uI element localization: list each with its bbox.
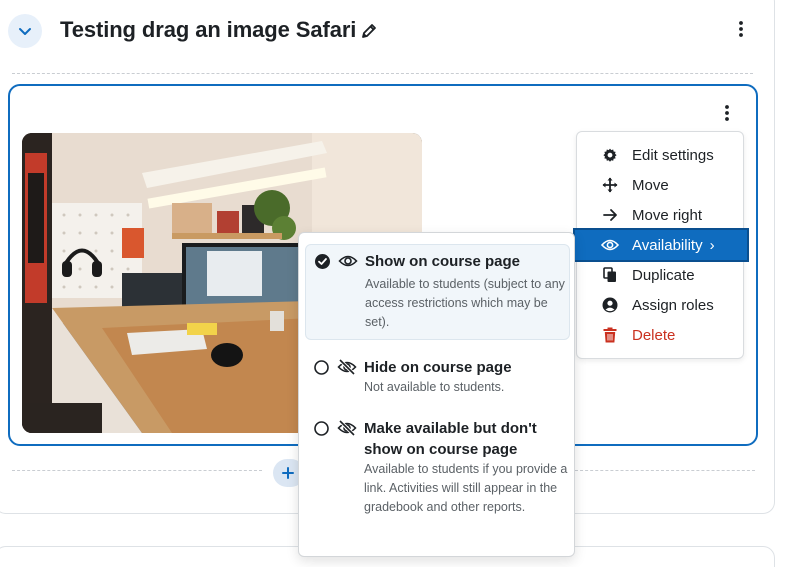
menu-item-label: Move right xyxy=(632,206,703,224)
chevron-down-icon xyxy=(19,28,31,35)
submenu-chevron-icon: › xyxy=(709,236,715,254)
kebab-icon xyxy=(725,105,729,121)
option-description: Not available to students. xyxy=(364,380,505,394)
option-hide-on-course-page[interactable]: Hide on course page Not available to stu… xyxy=(305,351,570,397)
option-available-not-shown[interactable]: Make available but don't show on course … xyxy=(305,412,570,532)
plus-icon xyxy=(282,467,294,479)
menu-item-assign-roles[interactable]: Assign roles xyxy=(577,290,743,320)
option-description: Available to students if you provide a l… xyxy=(364,462,568,514)
option-title: Make available but don't show on course … xyxy=(364,420,537,458)
divider xyxy=(12,470,262,471)
divider xyxy=(12,73,753,74)
gear-icon xyxy=(603,148,617,162)
activity-menu-button[interactable] xyxy=(717,101,737,125)
option-title: Show on course page xyxy=(365,253,521,270)
radio-unchecked-icon xyxy=(314,360,329,375)
menu-item-label: Assign roles xyxy=(632,296,714,314)
menu-item-label: Edit settings xyxy=(632,146,714,164)
availability-submenu: Show on course page Available to student… xyxy=(298,232,575,557)
menu-item-delete[interactable]: Delete xyxy=(577,320,743,350)
menu-item-label: Delete xyxy=(632,326,676,344)
menu-item-move-right[interactable]: Move right xyxy=(577,200,743,230)
menu-item-label: Duplicate xyxy=(632,266,695,284)
menu-item-edit-settings[interactable]: Edit settings xyxy=(577,140,743,170)
menu-item-availability[interactable]: Availability › xyxy=(573,228,749,262)
menu-item-label: Availability xyxy=(632,236,703,254)
trash-icon xyxy=(603,327,617,343)
user-circle-icon xyxy=(602,297,618,313)
section-menu-button[interactable] xyxy=(731,17,751,41)
section-title: Testing drag an image Safari xyxy=(60,17,357,42)
kebab-icon xyxy=(739,21,743,37)
pencil-icon xyxy=(362,24,376,38)
radio-unchecked-icon xyxy=(314,421,329,436)
edit-title-button[interactable] xyxy=(360,22,378,45)
eye-slash-icon xyxy=(337,359,357,375)
eye-icon xyxy=(601,239,619,251)
divider xyxy=(575,470,755,471)
eye-icon xyxy=(338,255,358,267)
move-arrows-icon xyxy=(602,177,618,193)
option-title: Hide on course page xyxy=(364,359,512,376)
menu-item-label: Move xyxy=(632,176,669,194)
option-show-on-course-page[interactable]: Show on course page Available to student… xyxy=(305,244,570,340)
activity-action-menu: Edit settings Move Move right Availabili… xyxy=(573,131,749,359)
option-description: Available to students (subject to any ac… xyxy=(365,277,565,329)
check-circle-icon xyxy=(315,254,330,269)
menu-item-move[interactable]: Move xyxy=(577,170,743,200)
copy-icon xyxy=(603,267,616,282)
arrow-right-icon xyxy=(603,209,617,221)
eye-slash-icon xyxy=(337,420,357,436)
menu-item-duplicate[interactable]: Duplicate xyxy=(577,260,743,290)
collapse-section-button[interactable] xyxy=(8,14,42,48)
